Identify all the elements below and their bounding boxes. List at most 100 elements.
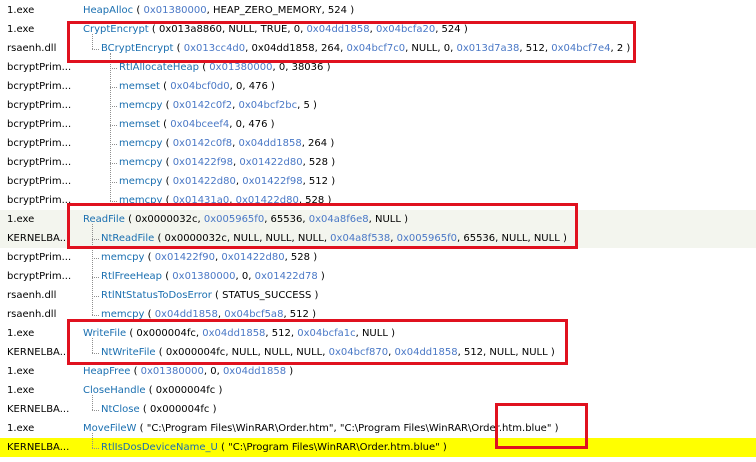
tree-connector (110, 87, 117, 88)
module-name: bcryptPrim... (7, 138, 72, 149)
api-call-row[interactable]: 1.exe MoveFileW ( "C:\Program Files\WinRA… (0, 419, 756, 438)
module-name: bcryptPrim... (7, 157, 72, 168)
call-argument: 0x01380000 (143, 5, 207, 16)
tree-connector (110, 106, 117, 107)
api-call-row[interactable]: rsaenh.dll RtlNtStatusToDosError ( STATUS… (0, 286, 756, 305)
module-name: KERNELBA... (7, 404, 70, 415)
function-name: memset (119, 81, 160, 92)
function-name: NtClose (101, 404, 140, 415)
api-call: CloseHandle ( 0x000004fc ) (83, 385, 223, 396)
module-name: 1.exe (7, 366, 35, 377)
tree-connector (110, 125, 117, 126)
function-name: RtlIsDosDeviceName_U (101, 442, 218, 453)
function-name: RtlAllocateHeap (119, 62, 200, 73)
api-call-row[interactable]: 1.exe HeapAlloc ( 0x01380000, HEAP_ZERO_M… (0, 1, 756, 20)
annotation-box (495, 403, 588, 449)
call-argument: 0x01380000 (140, 366, 204, 377)
function-name: memcpy (119, 138, 163, 149)
call-argument: 0x01422d80 (172, 176, 236, 187)
call-argument: 0x04bceef4 (170, 119, 230, 130)
call-argument: 0x000004fc (149, 404, 210, 415)
call-argument: 0x01422f90 (154, 252, 216, 263)
api-call-row[interactable]: KERNELBA... NtClose ( 0x000004fc ) (0, 400, 756, 419)
call-argument: 0x04dd1858 (222, 366, 287, 377)
function-name: memset (119, 119, 160, 130)
api-call: RtlFreeHeap ( 0x01380000, 0, 0x01422d78 … (101, 271, 325, 282)
tree-connector (110, 182, 117, 183)
module-name: bcryptPrim... (7, 271, 72, 282)
api-call-row[interactable]: 1.exe CloseHandle ( 0x000004fc ) (0, 381, 756, 400)
module-name: bcryptPrim... (7, 252, 72, 263)
tree-connector (110, 163, 117, 164)
function-name: HeapAlloc (83, 5, 134, 16)
tree-connector (92, 433, 93, 448)
call-argument: 0x01422d78 (254, 271, 318, 282)
call-argument: 0x0142c0f2 (172, 100, 233, 111)
module-name: 1.exe (7, 214, 35, 225)
function-name: HeapFree (83, 366, 131, 377)
module-name: rsaenh.dll (7, 309, 57, 320)
module-name: bcryptPrim... (7, 62, 72, 73)
call-argument: 476 (248, 81, 268, 92)
function-name: RtlNtStatusToDosError (101, 290, 212, 301)
api-call: memset ( 0x04bcf0d0, 0, 476 ) (119, 81, 275, 92)
api-call: memcpy ( 0x01422d80, 0x01422f98, 512 ) (119, 176, 336, 187)
module-name: bcryptPrim... (7, 176, 72, 187)
module-name: bcryptPrim... (7, 100, 72, 111)
call-argument: 0x04dd1858 (238, 138, 302, 149)
tree-connector (92, 258, 99, 259)
call-argument: 0x01422d80 (221, 252, 285, 263)
tree-connector (110, 68, 117, 69)
module-name: KERNELBA... (7, 442, 70, 453)
call-argument: 528 (308, 157, 329, 168)
tree-connector (92, 296, 99, 297)
call-argument: 264 (308, 138, 328, 149)
module-name: bcryptPrim... (7, 81, 72, 92)
call-argument: 0x01380000 (172, 271, 236, 282)
call-argument: 0x0142c0f8 (172, 138, 233, 149)
module-name: 1.exe (7, 423, 35, 434)
function-name: RtlFreeHeap (101, 271, 163, 282)
module-name: rsaenh.dll (7, 43, 57, 54)
tree-connector (110, 201, 117, 202)
module-name: bcryptPrim... (7, 195, 72, 206)
module-name: KERNELBA... (7, 347, 70, 358)
api-call-row[interactable]: bcryptPrim... RtlFreeHeap ( 0x01380000, 0… (0, 267, 756, 286)
api-call: memcpy ( 0x0142c0f8, 0x04dd1858, 264 ) (119, 138, 335, 149)
api-call: memcpy ( 0x01422f98, 0x01422d80, 528 ) (119, 157, 336, 168)
tree-connector (110, 144, 117, 145)
call-argument: "C:\Program Files\WinRAR\Order.htm" (146, 423, 334, 434)
annotation-box (67, 203, 578, 249)
call-argument: 512 (308, 176, 329, 187)
api-call: memcpy ( 0x01422f90, 0x01422d80, 528 ) (101, 252, 318, 263)
tree-connector (92, 448, 99, 449)
api-call: HeapAlloc ( 0x01380000, HEAP_ZERO_MEMORY… (83, 5, 355, 16)
module-name: 1.exe (7, 5, 35, 16)
api-call: RtlIsDosDeviceName_U ( "C:\Program Files… (101, 442, 447, 453)
call-argument: 0x04bcf2bc (238, 100, 298, 111)
annotation-box (67, 21, 636, 63)
tree-connector (92, 315, 99, 316)
tree-connector (92, 395, 93, 410)
function-name: memcpy (101, 252, 145, 263)
function-name: memcpy (119, 176, 163, 187)
module-name: KERNELBA... (7, 233, 70, 244)
call-argument: 524 (327, 5, 348, 16)
module-name: 1.exe (7, 328, 35, 339)
annotation-box (67, 319, 568, 365)
api-call: memcpy ( 0x0142c0f2, 0x04bcf2bc, 5 ) (119, 100, 317, 111)
tree-connector (92, 410, 99, 411)
function-name: memcpy (119, 100, 163, 111)
api-call: RtlNtStatusToDosError ( STATUS_SUCCESS ) (101, 290, 319, 301)
call-argument: 0x04bcf0d0 (170, 81, 230, 92)
call-argument: 528 (290, 252, 311, 263)
tree-connector (110, 53, 111, 201)
call-argument: 476 (248, 119, 268, 130)
call-argument: "C:\Program Files\WinRAR\Order.htm.blue" (228, 442, 440, 453)
call-argument: STATUS_SUCCESS (222, 290, 312, 301)
call-argument: HEAP_ZERO_MEMORY (213, 5, 322, 16)
api-call-row[interactable]: bcryptPrim... memcpy ( 0x01422f90, 0x0142… (0, 248, 756, 267)
api-call-row[interactable]: KERNELBA... RtlIsDosDeviceName_U ( "C:\Pr… (0, 438, 756, 457)
call-argument: 0x01422d80 (239, 157, 303, 168)
module-name: 1.exe (7, 24, 35, 35)
